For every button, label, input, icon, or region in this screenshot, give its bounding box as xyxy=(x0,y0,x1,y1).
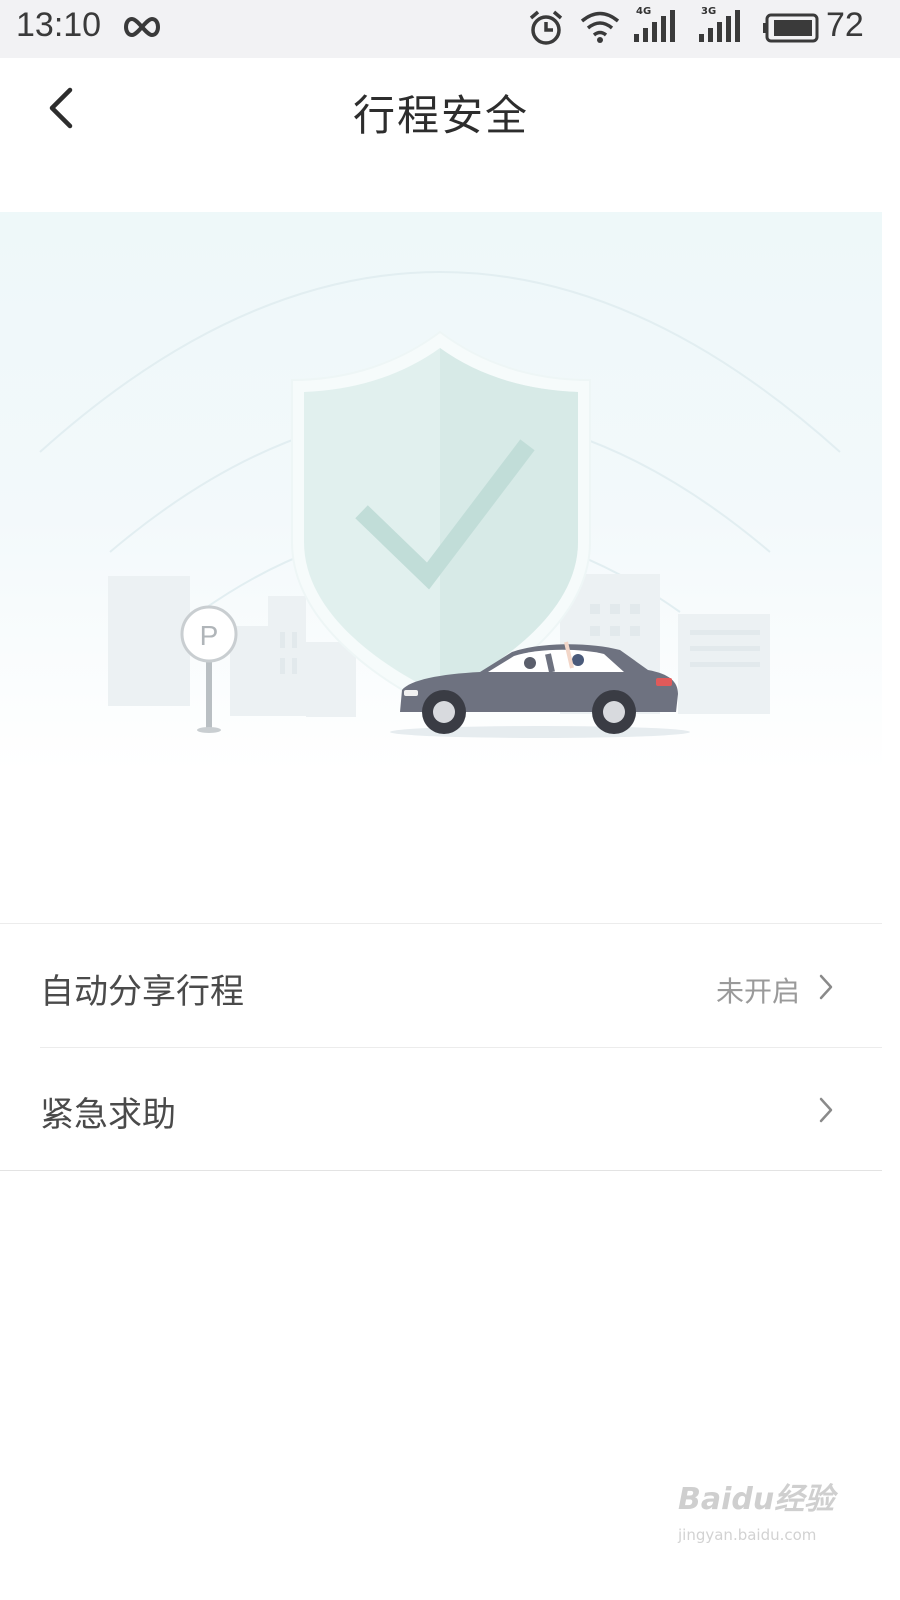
baidu-jingyan-watermark: Baidu经验 jingyan.baidu.com xyxy=(676,1474,856,1554)
signal-4g-icon: 4G xyxy=(632,6,682,48)
chevron-right-icon xyxy=(819,974,833,1000)
auto-share-trip-label: 自动分享行程 xyxy=(40,972,244,1012)
chevron-right-icon xyxy=(819,1097,833,1123)
safety-settings-list: 自动分享行程 未开启 紧急求助 xyxy=(0,923,882,1171)
parking-sign-icon: P xyxy=(180,605,238,733)
page-title: 行程安全 xyxy=(352,91,529,140)
auto-share-trip-row[interactable]: 自动分享行程 未开启 xyxy=(0,924,882,1047)
status-bar: 13:10 4G 3G 72 xyxy=(0,0,900,58)
watermark-url: jingyan.baidu.com xyxy=(678,1526,817,1544)
wifi-icon xyxy=(580,10,620,48)
parking-letter: P xyxy=(200,620,219,651)
battery-percent: 72 xyxy=(826,6,864,44)
status-time: 13:10 xyxy=(16,6,102,44)
infinity-icon xyxy=(121,13,163,45)
emergency-help-row[interactable]: 紧急求助 xyxy=(0,1047,882,1170)
network-3g-label: 3G xyxy=(701,6,717,17)
emergency-help-label: 紧急求助 xyxy=(40,1095,176,1135)
battery-icon xyxy=(762,13,820,47)
safety-hero-illustration: P xyxy=(0,212,882,772)
watermark-logo-text: Baidu经验 xyxy=(678,1482,835,1517)
auto-share-trip-status: 未开启 xyxy=(715,975,800,1008)
network-4g-label: 4G xyxy=(636,6,652,17)
alarm-icon xyxy=(528,9,564,51)
nav-header: 行程安全 xyxy=(0,58,900,158)
signal-3g-icon: 3G xyxy=(697,6,747,48)
